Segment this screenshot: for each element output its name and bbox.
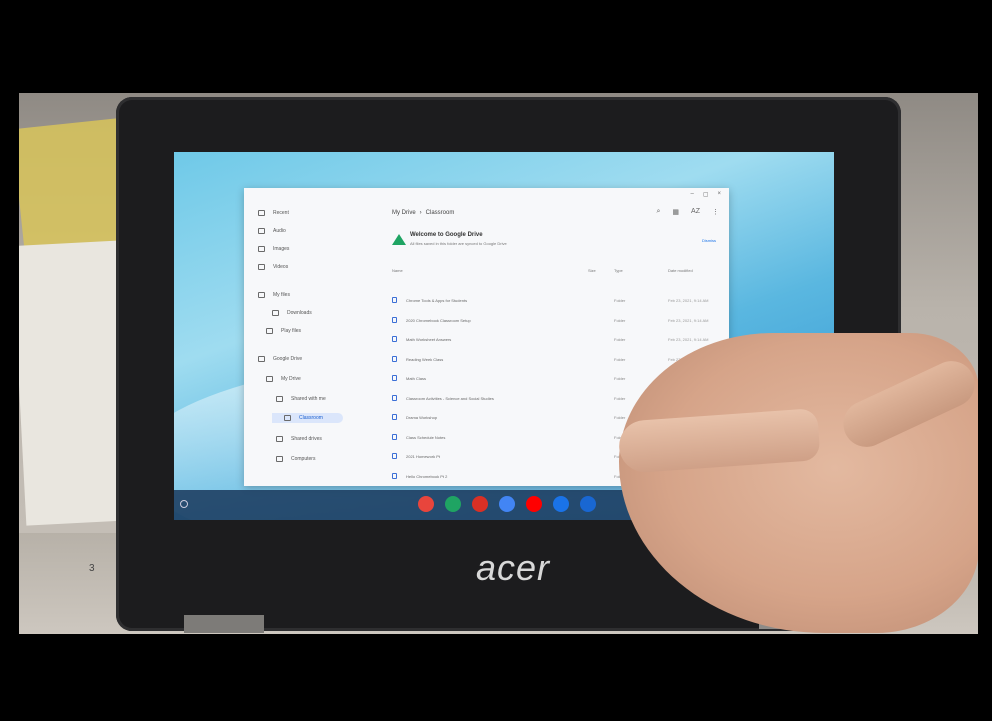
file-row[interactable]: Math Worksheet Answers Folder Feb 23, 2021… [392, 331, 727, 351]
clock-icon [258, 210, 265, 216]
column-name[interactable]: Name [392, 268, 403, 273]
folder-icon [392, 394, 397, 401]
files-icon[interactable] [580, 496, 596, 512]
breadcrumb: My Drive › Classroom [392, 210, 454, 216]
youtube-icon[interactable] [526, 496, 542, 512]
file-type: Folder [614, 317, 626, 323]
file-name: 2020 Chromebook Classroom Setup [406, 317, 471, 323]
files-sidebar: Recent Audio Images Videos My files Down… [244, 206, 374, 486]
audio-icon [258, 228, 265, 234]
play-store-icon[interactable] [445, 496, 461, 512]
file-date: Feb 23, 2021, 9:14 AM [668, 337, 709, 342]
grid-view-icon[interactable]: ▦ [672, 208, 679, 216]
folder-icon [392, 453, 397, 459]
camera-icon[interactable] [553, 496, 569, 512]
column-size[interactable]: Size [588, 268, 596, 273]
file-name: Classroom Activities - Science and Socia… [406, 395, 494, 401]
file-name: Drama Workshop [406, 415, 438, 420]
sidebar-item-videos[interactable]: Videos [258, 264, 288, 270]
file-date: Feb 23, 2021, 9:14 AM [668, 298, 709, 303]
folder-icon [392, 472, 397, 479]
file-row[interactable]: 2020 Chromebook Classroom Setup Folder Feb… [392, 312, 727, 332]
sidebar-item-google-drive[interactable]: Google Drive [258, 356, 302, 362]
sort-icon[interactable]: AZ [691, 208, 700, 216]
breadcrumb-classroom[interactable]: Classroom [426, 210, 455, 216]
photo-scene: 3 – ▢ × Recent Audio Images Videos My fi… [19, 93, 978, 634]
column-type[interactable]: Type [614, 268, 623, 273]
dismiss-button[interactable]: Dismiss [702, 238, 716, 243]
docs-icon[interactable] [499, 496, 515, 512]
laptop-icon [258, 292, 265, 298]
folder-icon [392, 375, 397, 381]
folder-icon [392, 433, 397, 440]
image-icon [258, 246, 265, 252]
video-icon [258, 264, 265, 270]
folder-icon [392, 316, 397, 323]
file-type: Folder [614, 298, 626, 303]
drive-welcome-banner: Welcome to Google Drive All files saved … [392, 232, 722, 254]
sidebar-item-computers[interactable]: Computers [276, 456, 315, 462]
more-options-icon[interactable]: ⋮ [712, 208, 719, 216]
file-name: Chrome Tools & Apps for Students [406, 298, 468, 303]
file-name: 2021 Homework Pt [406, 454, 441, 459]
file-type: Folder [614, 415, 626, 420]
download-icon [272, 310, 279, 316]
sidebar-item-audio[interactable]: Audio [258, 228, 286, 234]
chrome-icon[interactable] [418, 496, 434, 512]
sidebar-item-my-drive[interactable]: My Drive [266, 376, 301, 382]
sidebar-item-shared-drives[interactable]: Shared drives [276, 436, 322, 442]
sidebar-item-downloads[interactable]: Downloads [272, 310, 312, 316]
acer-logo: acer [476, 547, 551, 588]
file-row[interactable]: Chrome Tools & Apps for Students Folder Fe… [392, 292, 727, 312]
sidebar-item-shared-with-me[interactable]: Shared with me [276, 396, 326, 402]
hinge-left [184, 615, 264, 633]
folder-icon [276, 396, 283, 402]
folder-icon [392, 336, 397, 342]
launcher-icon[interactable] [180, 500, 188, 508]
folder-icon [392, 297, 397, 303]
breadcrumb-separator: › [419, 210, 422, 216]
computer-icon [276, 456, 283, 462]
search-icon[interactable]: ⌕ [657, 208, 661, 216]
sidebar-item-play-files[interactable]: Play files [266, 328, 301, 334]
google-drive-icon [392, 234, 406, 245]
sidebar-item-recent[interactable]: Recent [258, 210, 289, 216]
folder-icon [276, 436, 283, 442]
file-name: Hello Chromebook Pt 2 [406, 473, 448, 479]
banner-text: All files saved in this folder are synce… [410, 241, 507, 246]
folder-icon [392, 414, 397, 420]
drive-icon [258, 356, 265, 362]
file-name: Reading Week Class [406, 356, 444, 362]
paper-mark: 3 [89, 563, 95, 574]
file-type: Folder [614, 337, 626, 342]
file-name: Class Schedule Notes [406, 434, 446, 440]
folder-icon [266, 376, 273, 382]
sidebar-item-classroom[interactable]: Classroom [272, 413, 343, 423]
breadcrumb-my-drive[interactable]: My Drive [392, 210, 416, 216]
toolbar: ⌕ ▦ AZ ⋮ [657, 208, 720, 216]
file-name: Math Worksheet Answers [406, 337, 452, 342]
sidebar-item-my-files[interactable]: My files [258, 292, 290, 298]
file-name: Math Class [406, 376, 427, 381]
folder-icon [392, 355, 397, 362]
column-date-modified[interactable]: Date modified [668, 268, 693, 273]
file-type: Folder [614, 356, 626, 362]
shelf-apps [418, 496, 596, 512]
banner-title: Welcome to Google Drive [410, 232, 483, 238]
folder-icon [284, 415, 291, 421]
gmail-icon[interactable] [472, 496, 488, 512]
file-date: Feb 23, 2021, 9:14 AM [668, 317, 709, 323]
sidebar-item-images[interactable]: Images [258, 246, 289, 252]
file-type: Folder [614, 395, 626, 401]
play-icon [266, 328, 273, 334]
file-type: Folder [614, 376, 626, 381]
